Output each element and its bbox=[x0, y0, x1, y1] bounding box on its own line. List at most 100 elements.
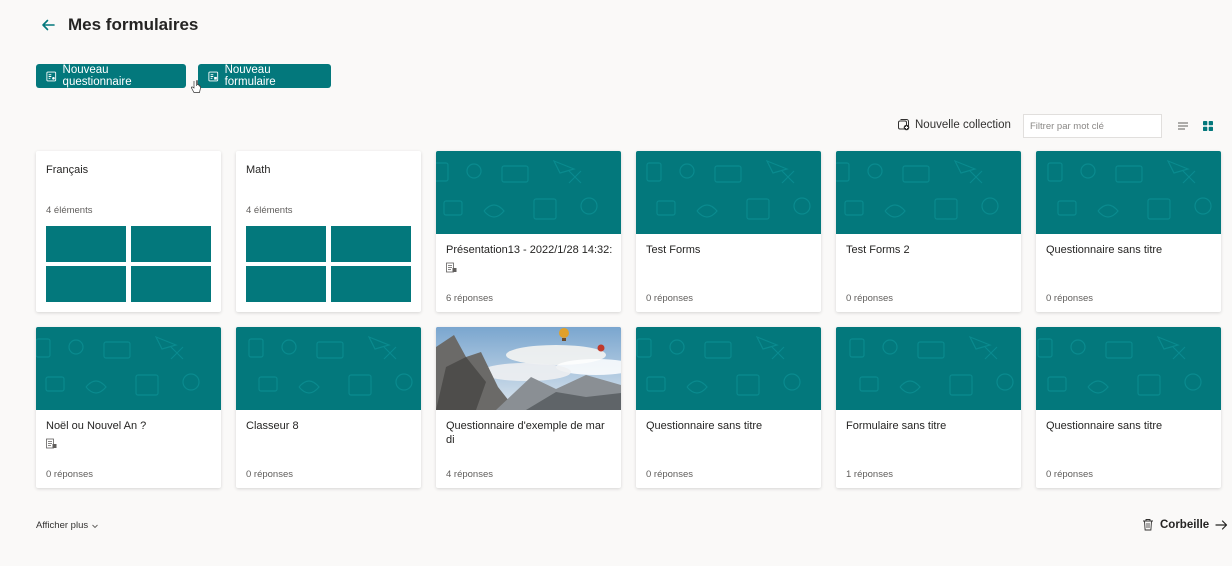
arrow-right-icon bbox=[1215, 519, 1228, 530]
toolbar: Nouvelle collection bbox=[0, 114, 1232, 138]
banner-pattern-shape bbox=[1166, 159, 1190, 174]
banner-pattern-shape bbox=[1070, 339, 1086, 355]
banner-pattern bbox=[1047, 159, 1212, 220]
form-card[interactable]: Questionnaire sans titre 0 réponses bbox=[1036, 151, 1221, 312]
form-banner bbox=[836, 327, 1021, 410]
filter-input[interactable] bbox=[1023, 114, 1162, 138]
banner-pattern-shape bbox=[646, 162, 662, 182]
form-banner bbox=[236, 327, 421, 410]
form-responses: 0 réponses bbox=[246, 469, 294, 480]
arrow-left-icon[interactable] bbox=[40, 17, 56, 33]
form-card[interactable]: Questionnaire d'exemple de mar di 4 répo… bbox=[436, 327, 621, 488]
collection-count: 4 éléments bbox=[246, 205, 293, 216]
new-form-button[interactable]: Nouveau formulaire bbox=[198, 64, 331, 88]
quiz-icon bbox=[446, 262, 457, 273]
banner-pattern-shape bbox=[646, 376, 666, 392]
form-responses: 0 réponses bbox=[46, 469, 94, 480]
banner-pattern-shape bbox=[436, 162, 449, 182]
banner-pattern-shape bbox=[1194, 197, 1212, 215]
banner-pattern-shape bbox=[1184, 373, 1202, 391]
banner-pattern-shape bbox=[580, 197, 598, 215]
banner-pattern-shape bbox=[348, 374, 372, 396]
banner-pattern bbox=[646, 159, 811, 220]
collection-thumbnail bbox=[246, 226, 326, 262]
form-banner bbox=[1036, 327, 1221, 410]
banner-pattern-shape bbox=[367, 335, 391, 350]
new-collection-button[interactable]: Nouvelle collection bbox=[897, 118, 1011, 131]
collection-card-francais[interactable]: Français 4 éléments bbox=[36, 151, 221, 312]
banner-pattern-shape bbox=[383, 346, 397, 360]
banner-pattern-shape bbox=[953, 159, 977, 174]
form-banner bbox=[836, 151, 1021, 234]
page-title: Mes formulaires bbox=[68, 15, 199, 34]
form-card[interactable]: Questionnaire sans titre 0 réponses bbox=[1036, 327, 1221, 488]
list-view-icon[interactable] bbox=[1177, 120, 1189, 132]
collection-thumbnail bbox=[46, 226, 126, 262]
collection-title: Français bbox=[46, 164, 89, 176]
collection-thumbnail bbox=[331, 266, 411, 302]
banner-pattern-shape bbox=[1057, 200, 1077, 216]
new-quiz-button[interactable]: Nouveau questionnaire bbox=[36, 64, 186, 88]
hand-cursor-icon bbox=[191, 80, 201, 93]
form-card[interactable]: Test Forms 0 réponses bbox=[636, 151, 821, 312]
banner-pattern-shape bbox=[714, 165, 742, 183]
new-collection-label: Nouvelle collection bbox=[915, 118, 1011, 131]
form-title: Classeur 8 bbox=[246, 420, 299, 432]
banner-pattern-shape bbox=[755, 335, 779, 350]
form-card[interactable]: Noël ou Nouvel An ? 0 réponses bbox=[36, 327, 221, 488]
form-title: Questionnaire d'exemple de mar di bbox=[446, 420, 605, 446]
banner-pattern bbox=[436, 159, 598, 220]
form-responses: 4 réponses bbox=[446, 469, 494, 480]
form-title: Présentation13 - 2022/1/28 14:32: bbox=[446, 244, 613, 256]
banner-pattern-shape bbox=[1182, 170, 1196, 184]
banner-pattern-shape bbox=[466, 163, 482, 179]
form-photo-banner bbox=[436, 327, 621, 410]
form-card[interactable]: Test Forms 2 0 réponses bbox=[836, 151, 1021, 312]
banner-pattern-shape bbox=[154, 335, 178, 350]
form-card[interactable]: Formulaire sans titre 1 réponses bbox=[836, 327, 1021, 488]
form-card[interactable]: Classeur 8 0 réponses bbox=[236, 327, 421, 488]
banner-pattern-shape bbox=[281, 339, 297, 355]
form-title: Test Forms bbox=[646, 244, 701, 256]
collection-card-math[interactable]: Math 4 éléments bbox=[236, 151, 421, 312]
banner-pattern-shape bbox=[501, 165, 529, 183]
form-responses: 0 réponses bbox=[646, 293, 694, 304]
banner-pattern-shape bbox=[1147, 198, 1171, 220]
new-quiz-label: Nouveau questionnaire bbox=[62, 64, 132, 88]
form-card[interactable]: Questionnaire sans titre 0 réponses bbox=[636, 327, 821, 488]
banner-pattern-shape bbox=[783, 373, 801, 391]
form-banner bbox=[636, 327, 821, 410]
show-more-button[interactable]: Afficher plus bbox=[36, 520, 99, 531]
new-form-label: Nouveau formulaire bbox=[224, 64, 276, 88]
banner-pattern-shape bbox=[483, 204, 505, 218]
collection-count: 4 éléments bbox=[46, 205, 93, 216]
page-header: Mes formulaires bbox=[40, 13, 198, 37]
banner-pattern-shape bbox=[859, 376, 879, 392]
banner-pattern-shape bbox=[1115, 165, 1143, 183]
banner-pattern-shape bbox=[765, 159, 789, 174]
banner-pattern-shape bbox=[68, 339, 84, 355]
banner-pattern-shape bbox=[1047, 376, 1067, 392]
banner-pattern-shape bbox=[781, 170, 795, 184]
banner-pattern-shape bbox=[884, 204, 906, 218]
form-responses: 0 réponses bbox=[1046, 293, 1094, 304]
form-title: Questionnaire sans titre bbox=[646, 420, 763, 432]
banner-pattern-shape bbox=[902, 165, 930, 183]
banner-pattern-shape bbox=[968, 335, 992, 350]
banner-pattern bbox=[636, 335, 801, 396]
trash-button[interactable]: Corbeille bbox=[1142, 518, 1228, 531]
form-card[interactable]: Présentation13 - 2022/1/28 14:32: 6 répo… bbox=[436, 151, 621, 312]
show-more-label: Afficher plus bbox=[36, 520, 89, 531]
banner-pattern-shape bbox=[686, 380, 708, 394]
grid-view-icon[interactable] bbox=[1202, 120, 1214, 132]
banner-pattern-shape bbox=[258, 376, 278, 392]
banner-pattern-shape bbox=[1037, 338, 1053, 358]
collection-thumbnail bbox=[131, 226, 211, 262]
form-banner bbox=[636, 151, 821, 234]
form-title: Noël ou Nouvel An ? bbox=[46, 420, 147, 432]
chevron-down-icon bbox=[92, 524, 98, 528]
banner-pattern-shape bbox=[1097, 204, 1119, 218]
banner-pattern-shape bbox=[533, 198, 557, 220]
banner-pattern-shape bbox=[917, 341, 945, 359]
banner-pattern-shape bbox=[793, 197, 811, 215]
